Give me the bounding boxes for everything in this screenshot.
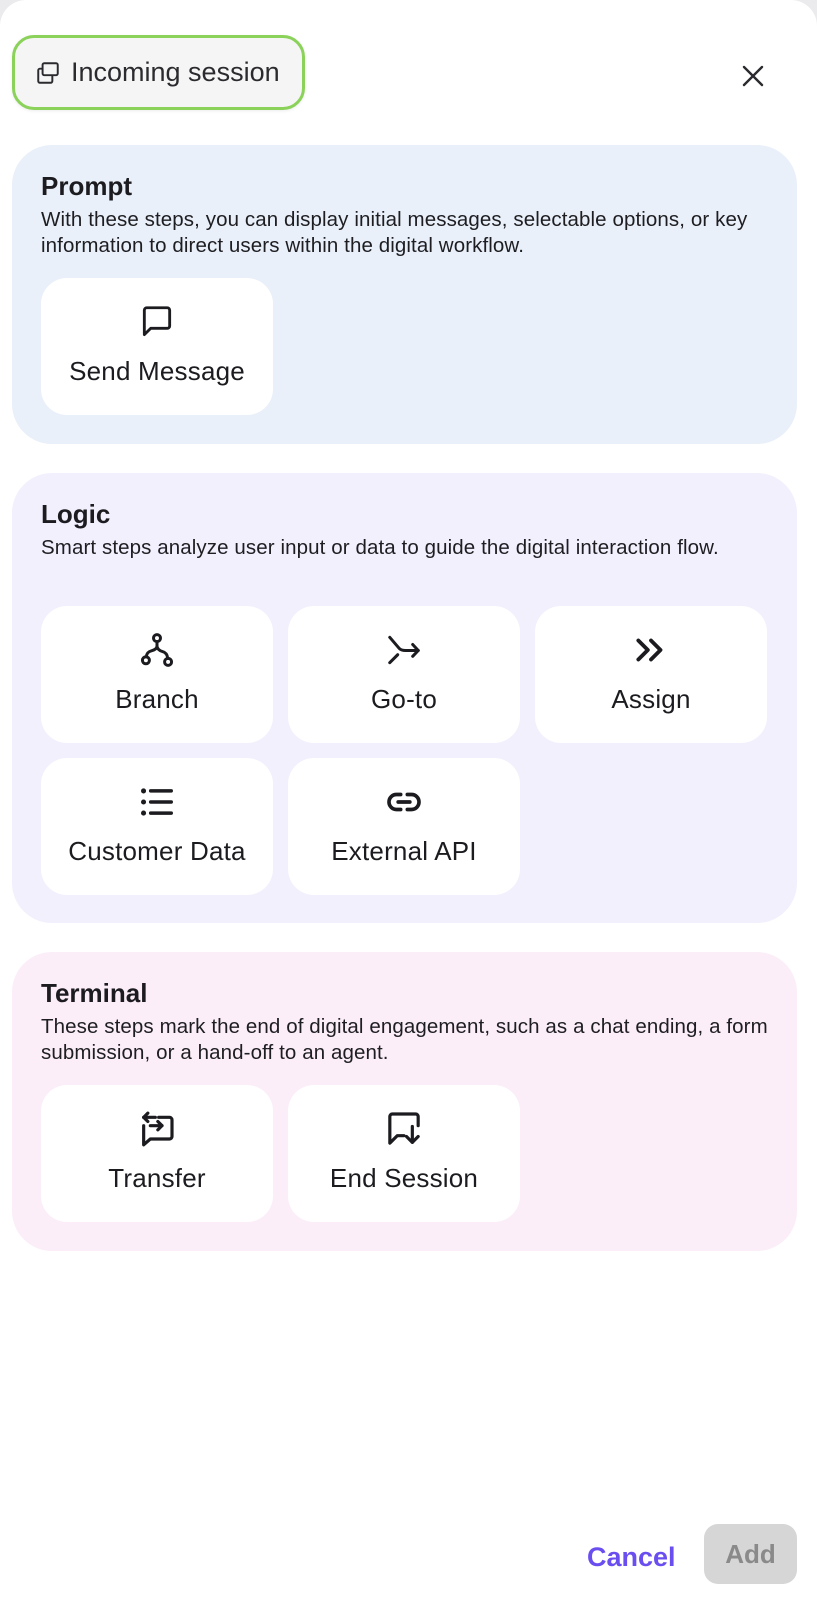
step-branch[interactable]: Branch	[41, 606, 273, 743]
cancel-button[interactable]: Cancel	[583, 1536, 680, 1578]
incoming-session-chip[interactable]: Incoming session	[12, 35, 305, 110]
close-icon	[741, 64, 765, 93]
list-icon	[137, 782, 177, 822]
terminal-section: Terminal These steps mark the end of dig…	[12, 952, 797, 1251]
step-grid: Branch Go-to Assign Customer Data Extern…	[41, 606, 767, 895]
session-label: Incoming session	[71, 57, 280, 87]
link-icon	[384, 782, 424, 822]
message-square-icon	[137, 302, 177, 342]
step-send-message[interactable]: Send Message	[41, 278, 273, 415]
logic-section: Logic Smart steps analyze user input or …	[12, 473, 797, 923]
step-grid: Send Message	[41, 278, 767, 415]
step-label: End Session	[329, 1163, 479, 1193]
close-button[interactable]	[733, 58, 773, 98]
add-step-panel: Incoming session Prompt With these steps…	[0, 0, 817, 1607]
step-go-to[interactable]: Go-to	[288, 606, 520, 743]
section-title: Terminal	[41, 978, 148, 1008]
section-description: Smart steps analyze user input or data t…	[41, 536, 719, 559]
step-transfer[interactable]: Transfer	[41, 1085, 273, 1222]
section-title: Prompt	[41, 171, 132, 201]
step-label: Assign	[611, 684, 691, 714]
step-label: Send Message	[69, 356, 245, 386]
step-customer-data[interactable]: Customer Data	[41, 758, 273, 895]
add-button[interactable]: Add	[704, 1524, 797, 1584]
transfer-chat-icon	[137, 1109, 177, 1149]
window-stack-icon	[35, 60, 61, 86]
branch-icon	[137, 630, 177, 670]
step-label: External API	[331, 836, 477, 866]
double-chevron-right-icon	[631, 630, 671, 670]
end-session-chat-icon	[384, 1109, 424, 1149]
section-description: With these steps, you can display initia…	[41, 208, 748, 257]
prompt-section: Prompt With these steps, you can display…	[12, 145, 797, 444]
step-external-api[interactable]: External API	[288, 758, 520, 895]
step-label: Go-to	[370, 684, 438, 714]
section-title: Logic	[41, 499, 111, 529]
step-label: Branch	[115, 684, 199, 714]
step-end-session[interactable]: End Session	[288, 1085, 520, 1222]
step-label: Customer Data	[68, 836, 246, 866]
step-label: Transfer	[108, 1163, 206, 1193]
step-grid: Transfer End Session	[41, 1085, 767, 1222]
step-assign[interactable]: Assign	[535, 606, 767, 743]
section-description: These steps mark the end of digital enga…	[41, 1015, 768, 1064]
goto-arrow-icon	[384, 630, 424, 670]
